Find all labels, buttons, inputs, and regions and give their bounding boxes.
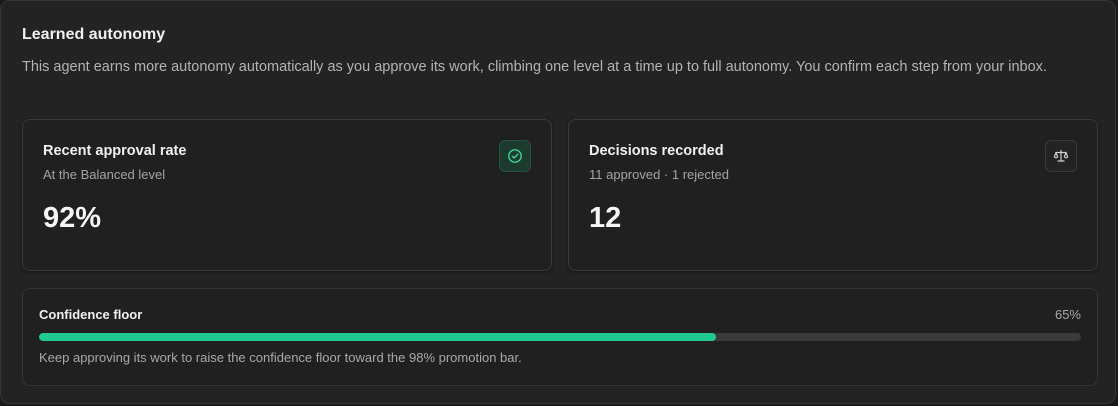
confidence-floor-percent: 65% (1054, 307, 1081, 322)
learned-autonomy-panel: Learned autonomy This agent earns more a… (0, 0, 1116, 404)
decisions-recorded-card: Decisions recorded 11 approved · 1 rejec… (568, 119, 1098, 271)
approval-rate-card: Recent approval rate At the Balanced lev… (22, 119, 552, 271)
decisions-recorded-subtitle: 11 approved · 1 rejected (589, 167, 729, 182)
approval-rate-title: Recent approval rate (43, 143, 187, 159)
decisions-recorded-title: Decisions recorded (589, 143, 724, 159)
section-title: Learned autonomy (22, 26, 166, 43)
confidence-floor-hint: Keep approving its work to raise the con… (39, 350, 522, 365)
confidence-floor-progress-track (39, 333, 1081, 341)
section-description: This agent earns more autonomy automatic… (22, 59, 1047, 75)
approval-rate-subtitle: At the Balanced level (43, 167, 166, 182)
check-circle-icon (499, 140, 531, 172)
confidence-floor-card: Confidence floor 65% Keep approving its … (22, 288, 1098, 386)
decisions-recorded-value: 12 (589, 202, 622, 234)
approval-rate-value: 92% (43, 202, 102, 234)
scale-icon (1045, 140, 1077, 172)
confidence-floor-progress-fill (39, 333, 717, 341)
confidence-floor-label: Confidence floor (39, 307, 143, 322)
